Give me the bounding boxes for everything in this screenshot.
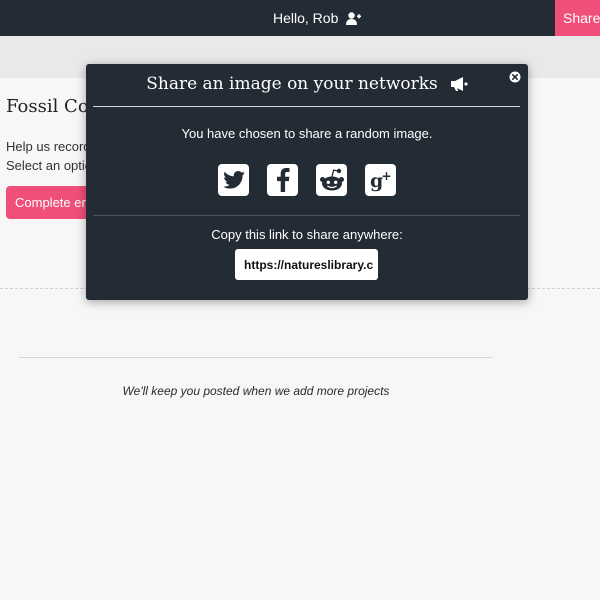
facebook-share-button[interactable] (267, 164, 298, 196)
modal-section-divider (93, 215, 520, 216)
google-plus-share-button[interactable]: g + (365, 164, 396, 196)
modal-title: Share an image on your networks (86, 72, 528, 96)
modal-title-divider (93, 106, 520, 107)
user-greeting[interactable]: Hello, Rob (273, 0, 362, 36)
chosen-image-text: You have chosen to share a random image. (181, 126, 433, 141)
modal-title-text: Share an image on your networks (146, 74, 438, 94)
megaphone-icon (450, 76, 468, 92)
reddit-icon (319, 168, 344, 191)
help-line-1: Help us record (6, 139, 91, 154)
twitter-icon (222, 171, 245, 189)
facebook-icon (276, 168, 289, 192)
posted-note: We'll keep you posted when we add more p… (122, 384, 390, 398)
social-share-buttons: g + (218, 164, 396, 196)
help-line-2: Select an optio (6, 158, 93, 173)
share-link-field[interactable]: https://natureslibrary.c (235, 249, 378, 280)
content-divider (19, 357, 492, 358)
greeting-text: Hello, Rob (273, 10, 339, 26)
user-plus-icon (346, 11, 362, 25)
google-plus-icon: g + (370, 169, 392, 192)
share-button[interactable]: Share a (555, 0, 600, 36)
svg-text:+: + (381, 169, 391, 183)
twitter-share-button[interactable] (218, 164, 249, 196)
copy-link-label: Copy this link to share anywhere: (211, 227, 403, 242)
top-navbar: Hello, Rob Share a (0, 0, 600, 36)
reddit-share-button[interactable] (316, 164, 347, 196)
share-modal: Share an image on your networks You have… (86, 64, 528, 300)
project-description: Help us record Select an optio (6, 137, 92, 175)
